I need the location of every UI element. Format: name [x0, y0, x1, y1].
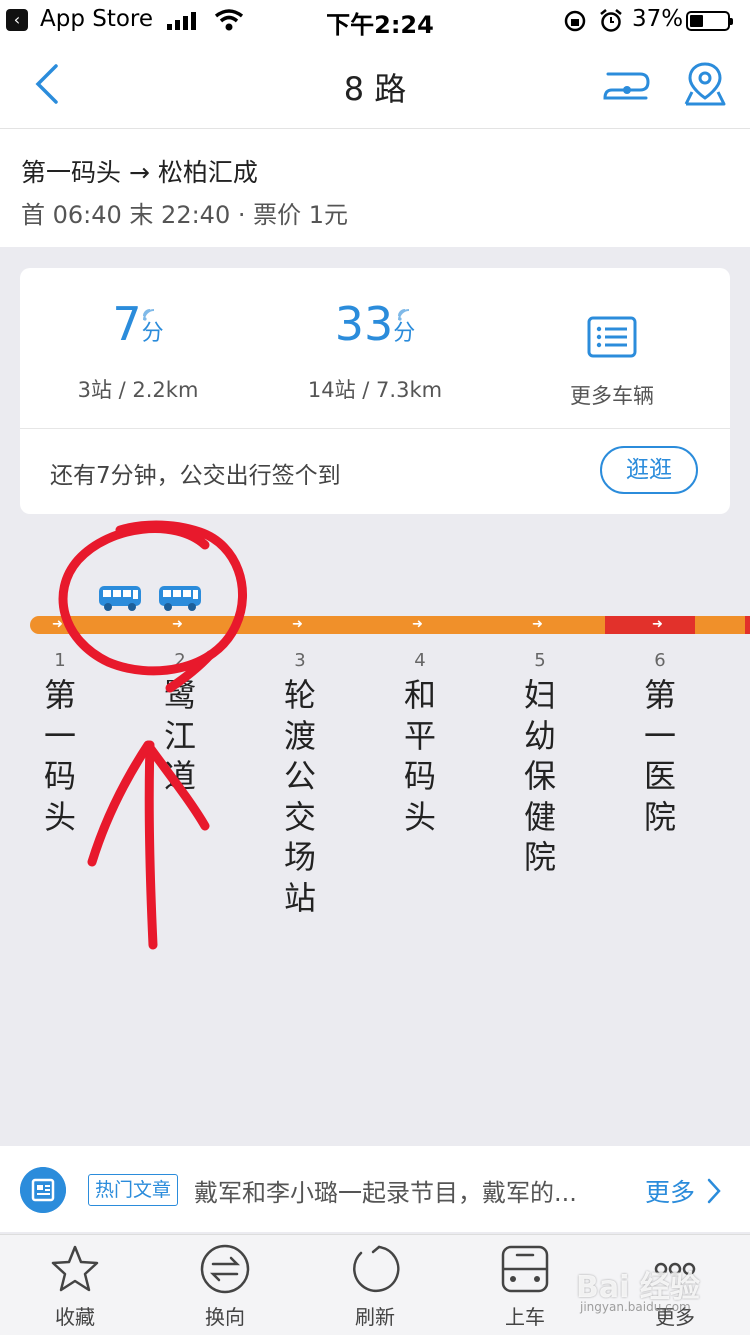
congested-segment: [745, 616, 750, 634]
arrival-detail: 14站 / 7.3km: [307, 378, 443, 402]
congested-segment: [605, 616, 695, 634]
wifi-icon: [214, 9, 244, 31]
hot-article-tag: 热门文章: [88, 1174, 179, 1206]
stop-number: 2: [174, 650, 186, 671]
stop-number: 3: [294, 650, 306, 671]
direction-arrow-icon: ➜: [652, 617, 663, 632]
favorite-label: 收藏: [55, 1305, 95, 1329]
reverse-label: 换向: [205, 1305, 245, 1329]
refresh-button[interactable]: 刷新: [300, 1243, 450, 1330]
bus-icon[interactable]: [158, 584, 202, 612]
direction-arrow-icon: ➜: [52, 617, 63, 632]
arrival-unit: 分: [393, 321, 416, 346]
route-info: 第一码头 → 松柏汇成 首 06:40 末 22:40 · 票价 1元: [0, 129, 750, 247]
signal-icon: [167, 12, 196, 30]
direction-arrow-icon: ➜: [172, 617, 183, 632]
bus-front-icon: [501, 1245, 549, 1293]
arrival-next[interactable]: 7分 3站 / 2.2km: [20, 296, 256, 404]
more-vehicles-button[interactable]: 更多车辆: [494, 296, 730, 410]
stop-name[interactable]: 第 一 码 头: [40, 675, 80, 837]
stop-number: 1: [54, 650, 66, 671]
arrival-unit: 分: [141, 321, 164, 346]
battery-percent: 37%: [632, 6, 684, 32]
list-icon: [587, 316, 637, 358]
route-schedule: 首 06:40 末 22:40 · 票价 1元: [21, 201, 348, 229]
route-map-icon[interactable]: [602, 62, 652, 106]
more-vehicles-label: 更多车辆: [570, 384, 654, 408]
chevron-right-icon[interactable]: [706, 1178, 722, 1204]
news-headline[interactable]: 戴军和李小璐一起录节目，戴军的...: [194, 1173, 624, 1208]
battery-fill: [690, 15, 703, 27]
news-icon: [20, 1167, 66, 1213]
arrival-second[interactable]: 33分 14站 / 7.3km: [257, 296, 493, 404]
direction-arrow-icon: ➜: [532, 617, 543, 632]
battery-icon: [686, 11, 733, 31]
checkin-promo-text: 还有7分钟，公交出行签个到: [50, 463, 341, 489]
arrival-detail: 3站 / 2.2km: [77, 378, 199, 402]
browse-button[interactable]: 逛逛: [600, 446, 698, 494]
route-line: ➜ ➜ ➜ ➜ ➜ ➜ 1 第 一 码 头 2 鹭 江 道 3 轮 渡 公 交 …: [0, 530, 750, 1130]
realtime-signal-icon: [397, 309, 409, 321]
stop-number: 4: [414, 650, 426, 671]
realtime-signal-icon: [143, 309, 155, 321]
bus-icon[interactable]: [98, 584, 142, 612]
direction-arrow-icon: ➜: [412, 617, 423, 632]
back-to-app-label[interactable]: App Store: [40, 6, 153, 32]
news-more-link[interactable]: 更多: [645, 1173, 695, 1209]
refresh-label: 刷新: [355, 1305, 395, 1329]
baidu-watermark-url: jingyan.baidu.com: [580, 1300, 691, 1314]
star-icon: [51, 1245, 99, 1292]
reverse-direction-button[interactable]: 换向: [150, 1243, 300, 1330]
swap-icon: [200, 1244, 250, 1294]
stop-name[interactable]: 轮 渡 公 交 场 站: [280, 675, 320, 918]
stop-number: 5: [534, 650, 546, 671]
status-time: 下午2:24: [326, 11, 434, 39]
status-bar: ‹ App Store 下午2:24 37%: [0, 0, 750, 40]
stop-name[interactable]: 和 平 码 头: [400, 675, 440, 837]
arrival-card: 7分 3站 / 2.2km 33分 14站 / 7.3km 更多车辆 还有7分钟…: [20, 268, 730, 514]
direction-arrow-icon: ➜: [292, 617, 303, 632]
news-bar[interactable]: 热门文章 戴军和李小璐一起录节目，戴军的... 更多: [0, 1146, 750, 1232]
back-to-app-icon[interactable]: ‹: [6, 9, 28, 31]
stop-number: 6: [654, 650, 666, 671]
route-direction: 第一码头 → 松柏汇成: [21, 158, 258, 187]
nav-bar: 8 路: [0, 40, 750, 129]
rotation-lock-icon: [564, 10, 586, 32]
alarm-icon: [600, 9, 622, 32]
location-pin-icon[interactable]: [682, 60, 728, 108]
refresh-icon: [353, 1245, 400, 1293]
stop-name[interactable]: 妇 幼 保 健 院: [520, 675, 560, 878]
arrival-minutes: 7: [112, 297, 142, 351]
favorite-button[interactable]: 收藏: [0, 1243, 150, 1330]
arrival-minutes: 33: [334, 297, 394, 351]
stop-name[interactable]: 鹭 江 道: [160, 675, 200, 797]
stop-name[interactable]: 第 一 医 院: [640, 675, 680, 837]
